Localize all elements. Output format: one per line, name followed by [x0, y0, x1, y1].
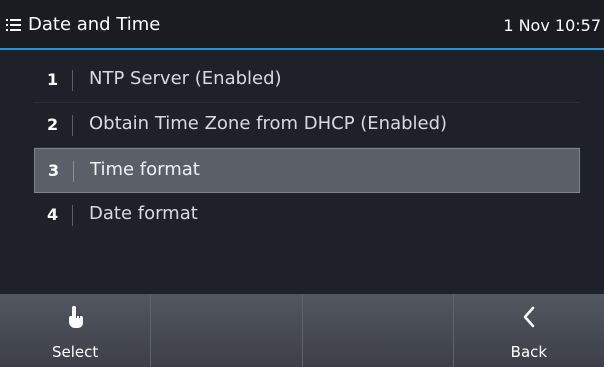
menu-item-index: 1 [47, 70, 59, 89]
back-softkey[interactable]: Back [454, 294, 604, 367]
menu-item-index: 4 [47, 205, 59, 224]
menu-item-divider [72, 70, 73, 91]
softkey-label: Select [51, 343, 99, 361]
empty-softkey-2[interactable] [151, 294, 303, 367]
menu-item-label: NTP Server (Enabled) [89, 68, 282, 89]
menu-item-divider [72, 115, 73, 136]
menu-item-timezone-dhcp[interactable]: 2 Obtain Time Zone from DHCP (Enabled) [34, 103, 580, 148]
hamburger-menu-icon [6, 19, 21, 32]
menu-item-index: 3 [48, 161, 60, 180]
menu-item-time-format[interactable]: 3 Time format [34, 148, 580, 193]
menu-item-label: Date format [89, 203, 198, 224]
menu-item-divider [73, 161, 74, 182]
settings-menu-list: 1 NTP Server (Enabled) 2 Obtain Time Zon… [34, 58, 580, 238]
menu-item-ntp-server[interactable]: 1 NTP Server (Enabled) [34, 58, 580, 103]
menu-item-date-format[interactable]: 4 Date format [34, 193, 580, 238]
menu-item-divider [72, 205, 73, 226]
select-softkey[interactable]: Select [0, 294, 152, 367]
softkey-bar: Select Back [0, 294, 604, 367]
hand-pointer-icon [67, 306, 84, 332]
phone-screen: Date and Time 1 Nov 10:57 1 NTP Server (… [0, 0, 604, 367]
date-time-display: 1 Nov 10:57 [503, 16, 601, 35]
softkey-label: Back [510, 343, 548, 361]
page-title: Date and Time [28, 14, 161, 35]
chevron-left-icon [522, 306, 536, 332]
menu-item-label: Time format [90, 159, 200, 180]
title-bar: Date and Time 1 Nov 10:57 [0, 0, 604, 50]
menu-item-label: Obtain Time Zone from DHCP (Enabled) [89, 113, 448, 134]
menu-item-index: 2 [47, 115, 59, 134]
empty-softkey-3[interactable] [303, 294, 454, 367]
